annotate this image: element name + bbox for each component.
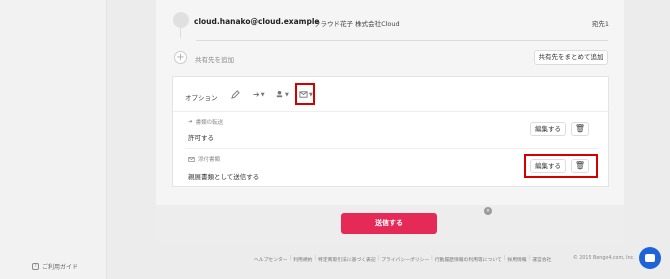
option-value: 親展書類として送信する bbox=[188, 173, 260, 181]
recipient-row: cloud.hanako@cloud.example クラウド花子 株式会社Cl… bbox=[156, 0, 624, 40]
guide-label: ご利用ガイド bbox=[42, 264, 79, 271]
footer-link[interactable]: 利用規約 bbox=[293, 256, 312, 263]
plus-icon[interactable]: + bbox=[174, 51, 187, 64]
avatar bbox=[173, 12, 189, 28]
question-icon: ? bbox=[32, 263, 39, 270]
footer-link[interactable]: 運営会社 bbox=[532, 256, 551, 263]
option-type: ➔ 書類の転送 bbox=[188, 118, 223, 126]
guide-link[interactable]: ? ご利用ガイド bbox=[32, 262, 78, 271]
send-area: 送信する × bbox=[156, 205, 624, 243]
footer-link[interactable]: 特定商取引法に基づく表記 bbox=[318, 256, 376, 263]
button-highlight-box bbox=[524, 154, 598, 178]
chevron-down-icon: ▼ bbox=[285, 91, 289, 98]
chevron-down-icon: ▼ bbox=[260, 91, 265, 98]
sidebar: ? ご利用ガイド bbox=[0, 0, 107, 279]
copyright: © 2015 Bengo4.com, Inc. bbox=[573, 256, 635, 261]
edit-button[interactable]: 編集する bbox=[530, 122, 566, 136]
option-value: 許可する bbox=[188, 134, 214, 142]
attachment-icon bbox=[188, 156, 195, 162]
timeline-line bbox=[180, 28, 181, 38]
options-box: オプション ➔ ▼ ▼ ▼ ➔ 書類の転送 許可する 編集する 🗑 添付書類 親… bbox=[172, 76, 610, 187]
footer-link[interactable]: プライバシーポリシー bbox=[381, 256, 429, 263]
add-recipient-row: + 共有先を追加 共有先をまとめて追加 bbox=[156, 48, 624, 68]
option-item: ➔ 書類の転送 許可する 編集する 🗑 bbox=[173, 113, 610, 148]
toolbar-highlight-box bbox=[295, 83, 315, 105]
recipient-name-company: クラウド花子 株式会社Cloud bbox=[314, 20, 400, 28]
add-all-recipients-button[interactable]: 共有先をまとめて追加 bbox=[534, 50, 608, 65]
recipient-role: 宛先1 bbox=[591, 20, 609, 28]
options-label: オプション bbox=[185, 94, 218, 102]
stamp-icon bbox=[276, 90, 283, 98]
trash-icon[interactable]: 🗑 bbox=[571, 122, 589, 136]
option-type-label: 添付書類 bbox=[198, 157, 221, 163]
forward-menu-button[interactable]: ➔ ▼ bbox=[253, 88, 265, 101]
pencil-icon[interactable] bbox=[231, 88, 240, 101]
main-content: cloud.hanako@cloud.example クラウド花子 株式会社Cl… bbox=[108, 0, 670, 279]
send-button[interactable]: 送信する bbox=[341, 213, 437, 234]
forward-icon: ➔ bbox=[188, 119, 193, 125]
footer-links: ヘルプセンター | 利用規約 | 特定商取引法に基づく表記 | プライバシーポリシー |… bbox=[254, 256, 552, 263]
footer-link[interactable]: ヘルプセンター bbox=[254, 256, 288, 263]
close-icon[interactable]: × bbox=[484, 207, 492, 215]
footer-link[interactable]: 採用情報 bbox=[507, 256, 526, 263]
chat-icon bbox=[645, 254, 655, 262]
stamp-menu-button[interactable]: ▼ bbox=[275, 88, 289, 101]
divider bbox=[196, 40, 608, 41]
forward-icon: ➔ bbox=[253, 90, 260, 99]
recipient-email: cloud.hanako@cloud.example bbox=[194, 17, 320, 26]
footer-link[interactable]: 行動履歴情報の利用等について bbox=[435, 256, 502, 263]
add-recipient-link[interactable]: 共有先を追加 bbox=[195, 54, 234, 64]
option-type: 添付書類 bbox=[188, 155, 220, 163]
chat-button[interactable] bbox=[639, 247, 661, 269]
option-type-label: 書類の転送 bbox=[195, 120, 224, 126]
options-toolbar: オプション ➔ ▼ ▼ ▼ bbox=[173, 77, 610, 112]
